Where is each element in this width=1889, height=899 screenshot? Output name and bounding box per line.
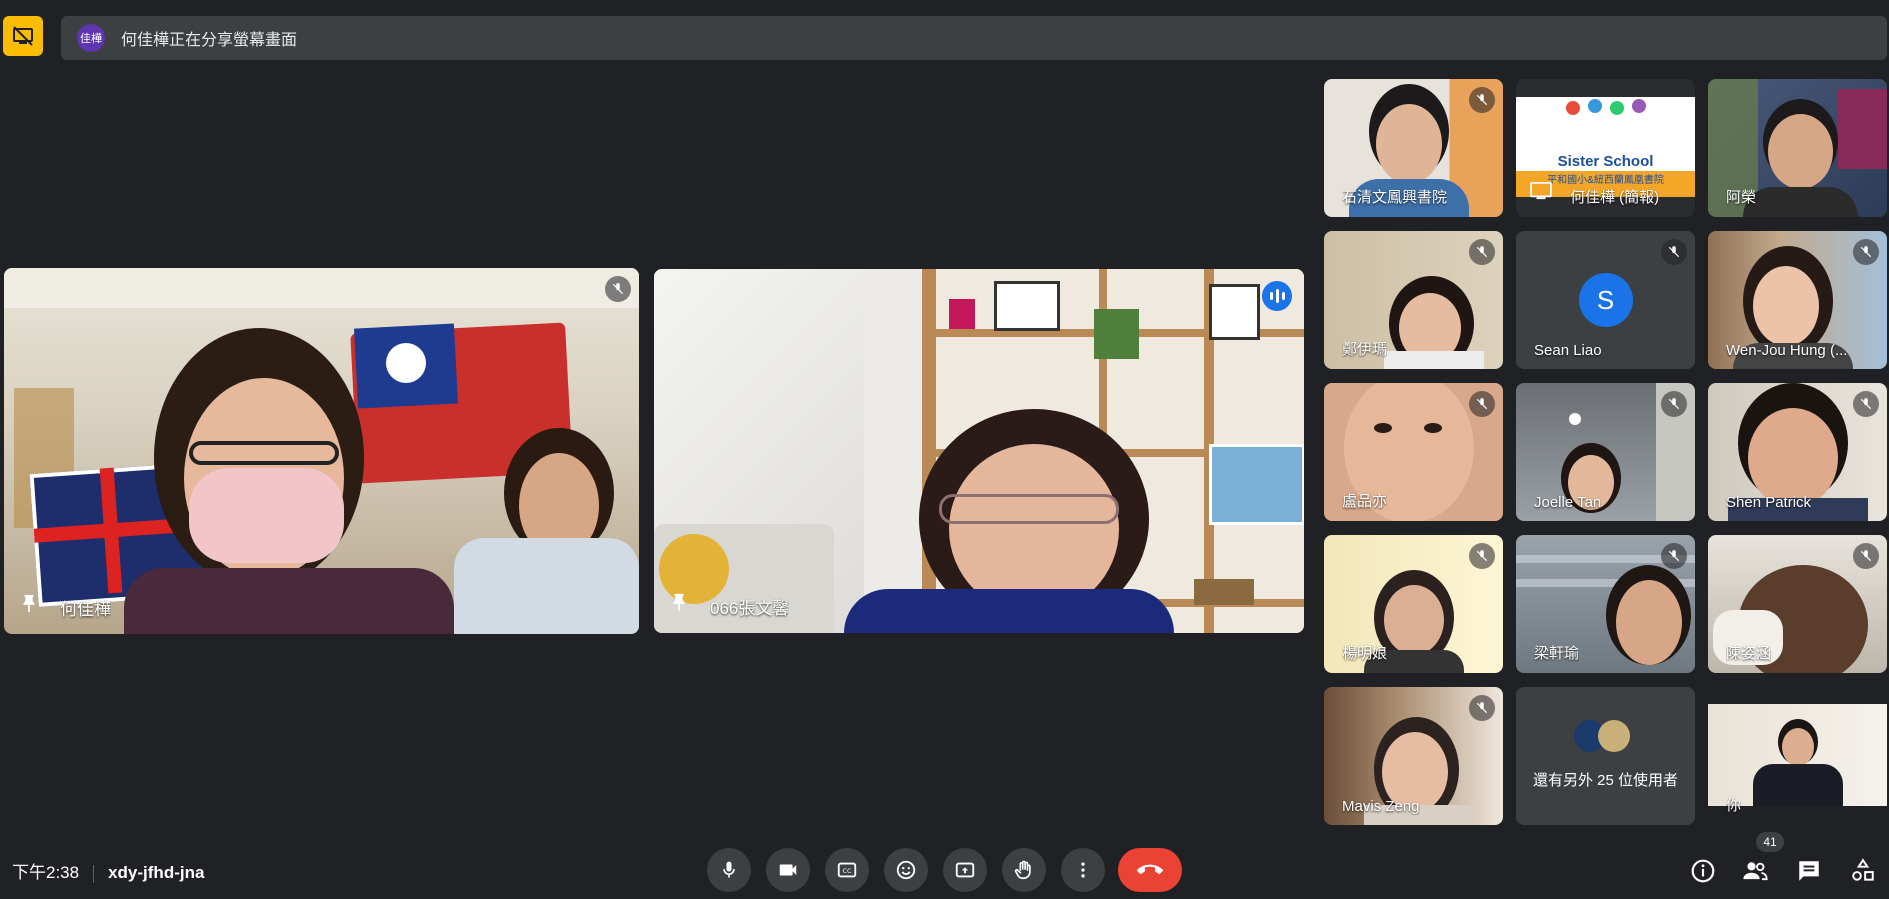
more-participants-tile[interactable]: 還有另外 25 位使用者	[1516, 687, 1695, 825]
participant-tile[interactable]: S Sean Liao	[1516, 231, 1695, 369]
participant-name: 何佳樺	[60, 600, 111, 619]
participant-tile[interactable]: 鄭伊瑪	[1324, 231, 1503, 369]
muted-icon	[1853, 543, 1879, 569]
participant-name: 石清文鳳興書院	[1342, 189, 1448, 206]
present-now-button[interactable]	[943, 848, 987, 892]
participant-name: 阿榮	[1726, 189, 1757, 206]
clock-time: 下午2:38	[12, 863, 80, 882]
participant-tile-active-speaker[interactable]: 066張文馨	[654, 269, 1304, 633]
raise-hand-button[interactable]	[1002, 848, 1046, 892]
pin-icon[interactable]	[668, 592, 690, 619]
presenter-avatar: 佳樺	[77, 24, 105, 52]
participant-tile[interactable]: 石清文鳳興書院	[1324, 79, 1503, 217]
participant-tile[interactable]: 盧品亦	[1324, 383, 1503, 521]
participant-name: Sean Liao	[1534, 342, 1602, 359]
muted-icon	[1853, 391, 1879, 417]
participant-tile[interactable]: 陳姿涵	[1708, 535, 1887, 673]
participant-name: 盧品亦	[1342, 493, 1388, 510]
meeting-details-button[interactable]	[1688, 856, 1718, 886]
pin-icon[interactable]	[18, 593, 40, 620]
participant-count-badge: 41	[1756, 832, 1784, 852]
participant-tile[interactable]: 阿榮	[1708, 79, 1887, 217]
people-button[interactable]	[1740, 856, 1770, 886]
participant-tile-presentation[interactable]: Sister School 平和國小&紐西蘭鳳凰書院 何佳樺 (簡報)	[1516, 79, 1695, 217]
captions-button[interactable]: CC	[825, 848, 869, 892]
info-icon	[1691, 859, 1715, 883]
reactions-button[interactable]	[884, 848, 928, 892]
participant-tile[interactable]: Joelle Tan	[1516, 383, 1695, 521]
muted-icon	[605, 276, 631, 302]
avatar: S	[1578, 273, 1633, 327]
chat-icon	[1799, 861, 1819, 881]
hand-icon	[1014, 860, 1031, 880]
present-screen-icon	[955, 862, 975, 878]
meeting-info-bar: 下午2:38 xdy-jfhd-jna	[12, 858, 204, 883]
microphone-button[interactable]	[707, 848, 751, 892]
more-vert-icon	[1081, 862, 1085, 878]
chat-button[interactable]	[1794, 856, 1824, 886]
muted-icon	[1469, 87, 1495, 113]
present-screen-icon	[1530, 182, 1552, 205]
more-options-button[interactable]	[1061, 848, 1105, 892]
avatar	[1598, 720, 1630, 752]
participant-name: 你	[1726, 797, 1742, 814]
participant-tile[interactable]: Mavis Zeng	[1324, 687, 1503, 825]
camera-button[interactable]	[766, 848, 810, 892]
participant-name: 何佳樺 (簡報)	[1570, 189, 1660, 206]
participant-name: 楊明娘	[1342, 645, 1388, 662]
svg-text:CC: CC	[843, 867, 852, 875]
muted-icon	[1469, 543, 1495, 569]
emoji-icon	[896, 860, 916, 880]
leave-call-button[interactable]	[1118, 848, 1182, 892]
participant-tile[interactable]: 梁軒瑜	[1516, 535, 1695, 673]
participant-name: 梁軒瑜	[1534, 645, 1580, 662]
call-end-icon	[1137, 864, 1163, 875]
muted-icon	[1661, 391, 1687, 417]
more-participants-label: 還有另外 25 位使用者	[1532, 772, 1679, 789]
presenting-banner: 佳樺 何佳樺正在分享螢幕畫面	[61, 16, 1887, 60]
microphone-icon	[723, 861, 735, 878]
slide-title: Sister School	[1557, 153, 1654, 170]
participant-name: 陳姿涵	[1726, 645, 1772, 662]
stop-present-icon	[13, 26, 33, 46]
muted-icon	[1469, 239, 1495, 265]
muted-icon	[1661, 239, 1687, 265]
participant-name: Joelle Tan	[1534, 494, 1602, 511]
participant-name: 鄭伊瑪	[1342, 341, 1388, 358]
participant-name: Mavis Zeng	[1342, 798, 1420, 815]
muted-icon	[1853, 239, 1879, 265]
presenting-text: 何佳樺正在分享螢幕畫面	[121, 32, 298, 49]
meeting-code: xdy-jfhd-jna	[108, 863, 205, 882]
participant-name: 066張文馨	[710, 599, 790, 618]
participant-name: Wen-Jou Hung (...	[1726, 342, 1848, 359]
muted-icon	[1661, 543, 1687, 569]
self-tile[interactable]: 你	[1708, 687, 1887, 825]
people-icon	[1743, 862, 1768, 881]
camera-icon	[779, 864, 797, 876]
participant-tile[interactable]: Shen Patrick	[1708, 383, 1887, 521]
presentation-toggle-button[interactable]	[3, 16, 43, 56]
muted-icon	[1469, 391, 1495, 417]
muted-icon	[1469, 695, 1495, 721]
participant-tile[interactable]: Wen-Jou Hung (...	[1708, 231, 1887, 369]
captions-icon: CC	[837, 862, 857, 878]
participant-tile[interactable]: 楊明娘	[1324, 535, 1503, 673]
activities-button[interactable]	[1848, 856, 1878, 886]
activities-icon	[1852, 858, 1874, 881]
speaking-indicator-icon	[1262, 281, 1292, 311]
participant-name: Shen Patrick	[1726, 494, 1812, 511]
participant-tile-presenter[interactable]: 何佳樺	[4, 268, 639, 634]
